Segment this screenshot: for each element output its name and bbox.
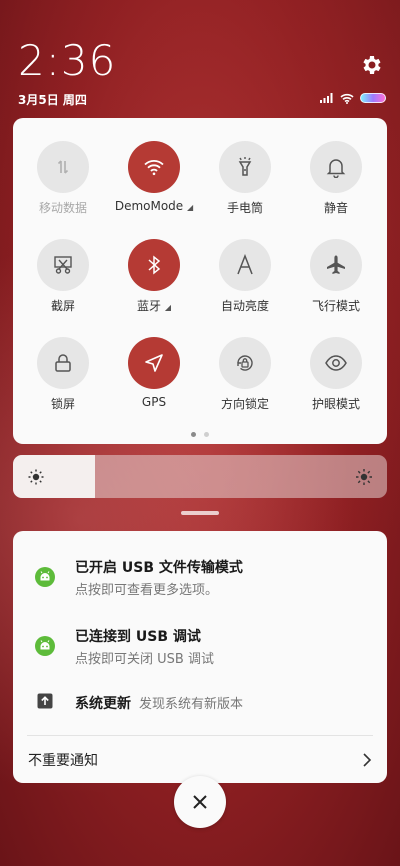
screenshot-icon xyxy=(54,256,72,274)
signal-icon xyxy=(320,93,333,103)
android-icon xyxy=(35,567,55,587)
panel-drag-handle[interactable] xyxy=(181,511,219,515)
screenshot-toggle[interactable] xyxy=(37,239,89,291)
quick-settings-panel: 移动数据 DemoMode ◢ 手电筒 静音 截屏 蓝牙 ◢ 自动亮度 飞行模式… xyxy=(13,118,387,444)
tile-screenshot[interactable]: 截屏 xyxy=(18,239,108,314)
divider xyxy=(27,735,373,736)
expand-triangle-icon[interactable]: ◢ xyxy=(165,303,171,312)
tile-flashlight[interactable]: 手电筒 xyxy=(200,141,290,216)
brightness-high-icon xyxy=(356,469,372,485)
tile-lock-screen[interactable]: 锁屏 xyxy=(18,337,108,412)
notification-usb-transfer[interactable]: 已开启 USB 文件传输模式 点按即可查看更多选项。 xyxy=(13,531,387,601)
tile-label: 护眼模式 xyxy=(311,397,360,411)
tile-label: GPS xyxy=(141,395,167,409)
location-icon xyxy=(145,354,163,372)
tile-label: 自动亮度 xyxy=(220,299,269,313)
tile-bluetooth[interactable]: 蓝牙 ◢ xyxy=(109,239,199,314)
unimportant-notifications-link[interactable]: 不重要通知 xyxy=(28,750,98,770)
flashlight-icon xyxy=(238,157,252,176)
wifi-icon xyxy=(144,160,164,176)
tile-auto-brightness[interactable]: 自动亮度 xyxy=(200,239,290,314)
tile-label: 锁屏 xyxy=(50,397,75,411)
tile-demomode[interactable]: DemoMode ◢ xyxy=(109,141,199,213)
airplane-toggle[interactable] xyxy=(310,239,362,291)
tile-label: 飞行模式 xyxy=(311,299,360,313)
notification-subtitle: 发现系统有新版本 xyxy=(139,697,244,712)
tile-eye-care[interactable]: 护眼模式 xyxy=(291,337,381,412)
clock-time: 2:36 xyxy=(18,36,117,85)
airplane-icon xyxy=(327,255,345,274)
notification-subtitle: 点按即可查看更多选项。 xyxy=(75,583,219,598)
tile-label: 截屏 xyxy=(50,299,75,313)
brightness-low-icon xyxy=(28,469,44,485)
close-icon xyxy=(193,795,207,809)
brightness-slider[interactable] xyxy=(13,455,387,498)
system-update-icon xyxy=(37,693,53,709)
notification-title: 系统更新 发现系统有新版本 xyxy=(75,696,244,712)
notification-panel: 已开启 USB 文件传输模式 点按即可查看更多选项。 已连接到 USB 调试 点… xyxy=(13,531,387,783)
notification-title: 已开启 USB 文件传输模式 xyxy=(75,560,243,576)
tile-rotation-lock[interactable]: 方向锁定 xyxy=(200,337,290,412)
gear-icon[interactable] xyxy=(360,53,384,77)
tile-label: 手电筒 xyxy=(226,201,263,215)
page-indicator xyxy=(13,432,387,437)
tile-mobile-data[interactable]: 移动数据 xyxy=(18,141,108,216)
mobile-data-icon xyxy=(57,160,69,174)
status-bar-icons xyxy=(320,92,386,104)
notification-system-update[interactable]: 系统更新 发现系统有新版本 xyxy=(13,676,387,726)
brightness-slider-fill[interactable] xyxy=(13,455,96,498)
tile-label: 蓝牙 ◢ xyxy=(137,299,171,313)
chevron-right-icon[interactable] xyxy=(361,752,373,768)
tile-mute[interactable]: 静音 xyxy=(291,141,381,216)
flashlight-toggle[interactable] xyxy=(219,141,271,193)
eye-care-toggle[interactable] xyxy=(310,337,362,389)
gps-toggle[interactable] xyxy=(128,337,180,389)
page-dot-active xyxy=(191,432,196,437)
eye-icon xyxy=(325,355,347,371)
bluetooth-toggle[interactable] xyxy=(128,239,180,291)
page-dot xyxy=(204,432,209,437)
close-button[interactable] xyxy=(174,776,226,828)
tile-label: DemoMode ◢ xyxy=(114,199,194,213)
expand-triangle-icon[interactable]: ◢ xyxy=(187,203,193,212)
notification-title: 已连接到 USB 调试 xyxy=(75,629,201,645)
android-icon xyxy=(35,636,55,656)
tile-label: 方向锁定 xyxy=(220,397,269,411)
battery-icon xyxy=(360,93,386,103)
tile-gps[interactable]: GPS xyxy=(109,337,199,409)
wifi-toggle[interactable] xyxy=(128,141,180,193)
auto-brightness-icon xyxy=(237,254,253,275)
notification-usb-debugging[interactable]: 已连接到 USB 调试 点按即可关闭 USB 调试 xyxy=(13,601,387,671)
bluetooth-icon xyxy=(148,255,161,275)
tile-label: 移动数据 xyxy=(38,201,87,215)
mobile-data-toggle[interactable] xyxy=(37,141,89,193)
tile-airplane[interactable]: 飞行模式 xyxy=(291,239,381,314)
rotation-lock-toggle[interactable] xyxy=(219,337,271,389)
wifi-icon xyxy=(340,93,354,104)
bell-icon xyxy=(326,159,346,178)
mute-toggle[interactable] xyxy=(310,141,362,193)
auto-brightness-toggle[interactable] xyxy=(219,239,271,291)
tile-label: 静音 xyxy=(323,201,348,215)
notification-subtitle: 点按即可关闭 USB 调试 xyxy=(75,652,214,667)
clock-date: 3月5日 周四 xyxy=(18,93,87,107)
rotation-lock-icon xyxy=(237,355,253,371)
lock-screen-toggle[interactable] xyxy=(37,337,89,389)
lock-icon xyxy=(55,354,71,372)
